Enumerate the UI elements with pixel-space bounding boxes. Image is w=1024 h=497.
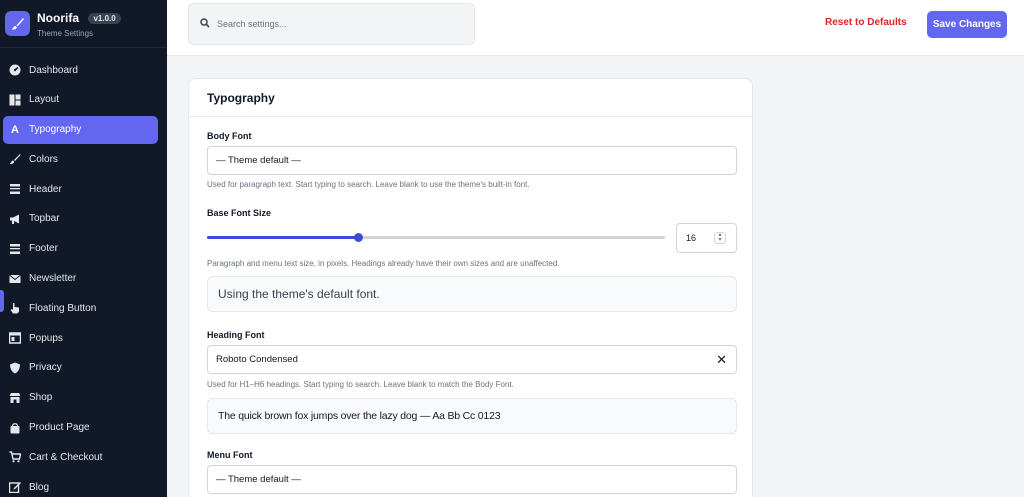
sidebar-item-label: Topbar	[29, 213, 60, 225]
heading-font-preview: The quick brown fox jumps over the lazy …	[207, 398, 737, 434]
sidebar-nav: Dashboard Layout A Typography Colors Hea…	[0, 56, 167, 497]
brand-subtitle: Theme Settings	[37, 29, 94, 38]
sidebar-item-colors[interactable]: Colors	[3, 145, 158, 173]
slider-thumb[interactable]	[354, 233, 364, 242]
paintbrush-icon	[8, 152, 22, 166]
cart-icon	[8, 450, 22, 464]
sidebar-item-label: Dashboard	[29, 64, 78, 76]
version-badge: v1.0.0	[88, 13, 121, 24]
sidebar-item-label: Colors	[29, 153, 58, 165]
sidebar-item-typography[interactable]: A Typography	[3, 115, 158, 144]
typography-card: Typography Body Font — Theme default — U…	[188, 78, 753, 497]
sidebar-item-label: Cart & Checkout	[29, 451, 103, 463]
megaphone-icon	[8, 212, 22, 226]
sidebar-collapse-handle[interactable]	[0, 290, 4, 312]
save-changes-button[interactable]: Save Changes	[927, 11, 1007, 38]
body-font-preview: Using the theme's default font.	[207, 276, 737, 312]
sidebar-item-floating-button[interactable]: Floating Button	[3, 294, 158, 322]
menu-font-input[interactable]: — Theme default —	[207, 465, 737, 494]
hand-pointer-icon	[8, 301, 22, 315]
topbar: Reset to Defaults Save Changes	[167, 0, 1024, 56]
font-size-help: Paragraph and menu text size, in pixels.…	[207, 259, 560, 268]
sidebar-item-topbar[interactable]: Topbar	[3, 205, 158, 233]
sidebar-item-cart-checkout[interactable]: Cart & Checkout	[3, 443, 158, 471]
sidebar-item-label: Newsletter	[29, 273, 77, 285]
sidebar-item-label: Typography	[29, 124, 82, 136]
brand: Noorifa v1.0.0 Theme Settings	[0, 0, 167, 48]
sidebar-item-popups[interactable]: Popups	[3, 324, 158, 352]
heading-font-input[interactable]: Roboto Condensed ✕	[207, 345, 737, 374]
dashboard-icon	[8, 63, 22, 77]
heading-font-help: Used for H1–H6 headings. Start typing to…	[207, 380, 514, 389]
sidebar-item-privacy[interactable]: Privacy	[3, 354, 158, 382]
shield-icon	[8, 361, 22, 375]
layout-icon	[8, 93, 22, 107]
sidebar-item-label: Layout	[29, 94, 60, 106]
sidebar-item-label: Product Page	[29, 422, 90, 434]
font-size-slider[interactable]	[207, 233, 665, 242]
sidebar-item-label: Shop	[29, 392, 53, 404]
section-title: Typography	[189, 79, 752, 117]
sidebar-item-newsletter[interactable]: Newsletter	[3, 265, 158, 293]
sidebar-item-blog[interactable]: Blog	[3, 473, 158, 497]
font-size-value: 16	[686, 233, 697, 243]
sidebar-item-product-page[interactable]: Product Page	[3, 414, 158, 442]
header-icon	[8, 182, 22, 196]
slider-fill	[207, 236, 359, 239]
window-icon	[8, 331, 22, 345]
sidebar-item-layout[interactable]: Layout	[3, 86, 158, 114]
footer-icon	[8, 242, 22, 256]
heading-font-label: Heading Font	[207, 330, 265, 340]
menu-font-label: Menu Font	[207, 450, 253, 460]
sidebar-item-shop[interactable]: Shop	[3, 384, 158, 412]
clear-icon[interactable]: ✕	[716, 352, 727, 368]
reset-to-defaults-button[interactable]: Reset to Defaults	[825, 17, 907, 28]
typography-icon: A	[11, 123, 19, 136]
sidebar-item-label: Privacy	[29, 362, 62, 374]
search-box	[188, 3, 475, 45]
brand-name: Noorifa	[37, 11, 79, 25]
store-icon	[8, 391, 22, 405]
search-icon	[200, 15, 210, 33]
stepper-icon[interactable]: ▴ ▾	[714, 232, 726, 244]
edit-icon	[8, 480, 22, 494]
sidebar-item-header[interactable]: Header	[3, 175, 158, 203]
body-font-help: Used for paragraph text. Start typing to…	[207, 180, 530, 189]
search-input[interactable]	[217, 19, 457, 29]
sidebar-item-dashboard[interactable]: Dashboard	[3, 56, 158, 84]
paintbrush-logo-icon	[5, 11, 30, 36]
sidebar-item-label: Blog	[29, 481, 50, 493]
body-font-label: Body Font	[207, 131, 252, 141]
envelope-icon	[8, 272, 22, 286]
sidebar-item-label: Floating Button	[29, 302, 97, 314]
sidebar: Noorifa v1.0.0 Theme Settings Dashboard …	[0, 0, 167, 497]
sidebar-item-label: Popups	[29, 332, 63, 344]
body-font-input[interactable]: — Theme default —	[207, 146, 737, 175]
font-size-number-input[interactable]: 16 ▴ ▾	[676, 223, 737, 253]
sidebar-item-footer[interactable]: Footer	[3, 235, 158, 263]
sidebar-item-label: Header	[29, 183, 62, 195]
base-font-size-label: Base Font Size	[207, 208, 272, 218]
sidebar-item-label: Footer	[29, 243, 58, 255]
bag-icon	[8, 421, 22, 435]
heading-font-value: Roboto Condensed	[216, 354, 298, 365]
